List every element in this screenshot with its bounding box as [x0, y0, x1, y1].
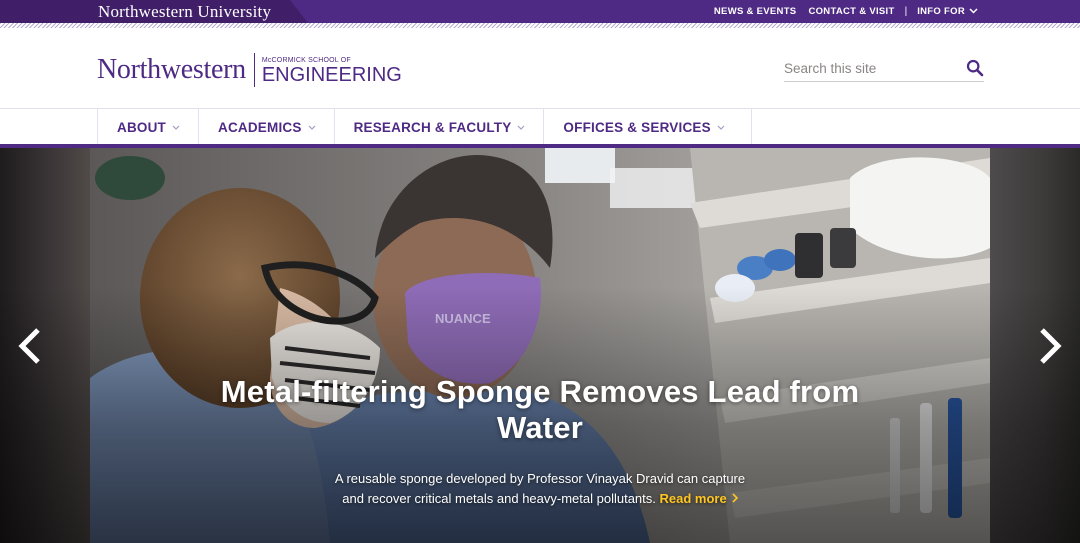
- mccormick-logo[interactable]: Northwestern McCORMICK SCHOOL OF ENGINEE…: [97, 50, 402, 90]
- main-nav-list: ABOUT ACADEMICS RESEARCH & FACULTY OFFIC…: [97, 109, 752, 145]
- info-for-label: INFO FOR: [917, 6, 965, 17]
- read-more-link[interactable]: Read more: [660, 491, 738, 506]
- logo-northwestern: Northwestern: [97, 54, 246, 85]
- nav-item-label: ABOUT: [117, 119, 166, 135]
- info-for-dropdown[interactable]: INFO FOR: [911, 0, 984, 23]
- nav-item-academics[interactable]: ACADEMICS: [198, 109, 334, 145]
- hero-title: Metal-filtering Sponge Removes Lead from…: [220, 374, 860, 445]
- chevron-down-icon: [717, 125, 725, 130]
- news-events-link[interactable]: NEWS & EVENTS: [708, 0, 803, 23]
- utility-bar: Northwestern University NEWS & EVENTS CO…: [0, 0, 1080, 23]
- site-header: Northwestern McCORMICK SCHOOL OF ENGINEE…: [0, 28, 1080, 108]
- search-input[interactable]: [784, 56, 954, 80]
- chevron-left-icon: [18, 328, 40, 364]
- carousel-next-button[interactable]: [1036, 326, 1064, 366]
- nav-item-about[interactable]: ABOUT: [97, 109, 198, 145]
- chevron-down-icon: [172, 125, 180, 130]
- nav-item-research-faculty[interactable]: RESEARCH & FACULTY: [333, 109, 544, 145]
- search-icon[interactable]: [966, 59, 984, 77]
- chevron-down-icon: [308, 125, 315, 130]
- chevron-right-icon: [1040, 328, 1062, 364]
- nav-item-offices-services[interactable]: OFFICES & SERVICES: [543, 109, 752, 145]
- hero-description: A reusable sponge developed by Professor…: [240, 469, 840, 508]
- carousel-prev-button[interactable]: [16, 326, 44, 366]
- chevron-down-icon: [969, 0, 978, 23]
- logo-school-main: ENGINEERING: [261, 63, 402, 86]
- hero-description-line1: A reusable sponge developed by Professor…: [334, 471, 746, 486]
- nav-item-label: RESEARCH & FACULTY: [353, 119, 512, 135]
- read-more-label: Read more: [659, 490, 727, 506]
- northwestern-university-link[interactable]: Northwestern University: [98, 2, 271, 21]
- logo-school: McCORMICK SCHOOL OF ENGINEERING: [262, 56, 402, 85]
- utility-separator: |: [904, 6, 908, 17]
- chevron-right-icon: [732, 489, 738, 509]
- hero-carousel: NUANCE Metal-filtering Sponge Removes Le…: [0, 148, 1080, 543]
- utility-links: NEWS & EVENTS CONTACT & VISIT | INFO FOR: [708, 0, 984, 23]
- hero-description-line2: and recover critical metals and heavy-me…: [342, 490, 656, 506]
- nav-item-label: ACADEMICS: [218, 119, 302, 135]
- chevron-down-icon: [517, 125, 525, 130]
- contact-visit-link[interactable]: CONTACT & VISIT: [802, 0, 900, 23]
- nav-item-label: OFFICES & SERVICES: [563, 119, 711, 135]
- logo-divider: [253, 53, 255, 87]
- main-nav: ABOUT ACADEMICS RESEARCH & FACULTY OFFIC…: [0, 108, 1080, 145]
- search-box: [784, 56, 984, 82]
- previous-slide-peek: [0, 148, 90, 543]
- next-slide-peek: [990, 148, 1080, 543]
- mask-text: NUANCE: [435, 311, 491, 326]
